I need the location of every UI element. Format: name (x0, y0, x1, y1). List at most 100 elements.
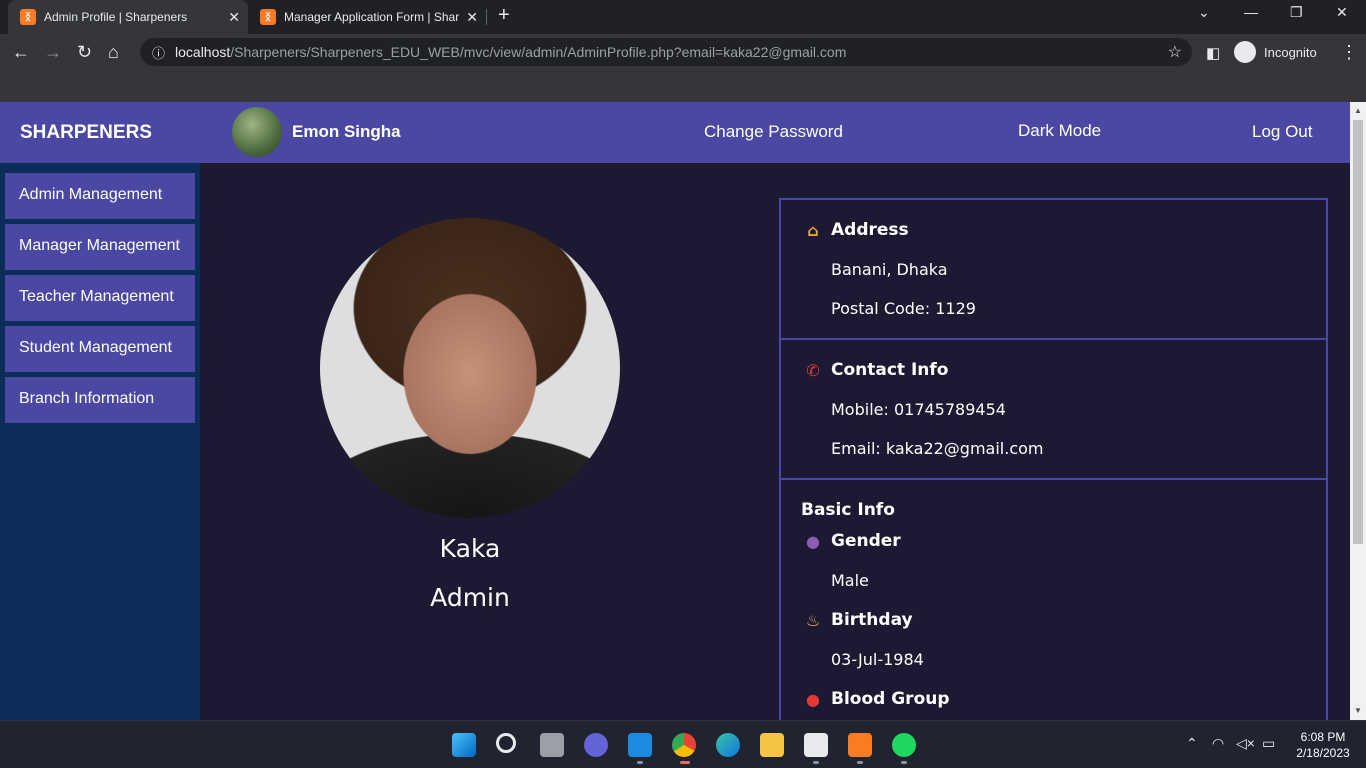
tab-separator (486, 9, 487, 25)
tab-title: Admin Profile | Sharpeners (44, 10, 188, 24)
chrome-active-indicator (680, 761, 690, 764)
store-icon[interactable] (804, 733, 828, 757)
reload-icon[interactable]: ↻ (77, 42, 92, 63)
profile-name: Kaka (439, 534, 501, 563)
sidebar-item-admin-management[interactable]: Admin Management (5, 173, 195, 219)
email-address: Email: kaka22@gmail.com (831, 439, 1044, 458)
web-page: SHARPENERS Emon Singha Change Password D… (0, 102, 1350, 720)
vscode-running-indicator (637, 761, 643, 764)
profile-photo (320, 218, 620, 518)
scrollbar-thumb[interactable] (1353, 120, 1363, 544)
bookmark-star-icon[interactable]: ☆ (1168, 42, 1182, 62)
address-heading: ⌂ Address (803, 220, 909, 240)
birthday-heading: ♨ Birthday (803, 610, 913, 630)
tab-title: Manager Application Form | Shar (284, 10, 459, 24)
file-explorer-icon[interactable] (760, 733, 784, 757)
spotify-icon[interactable] (892, 733, 916, 757)
incognito-indicator[interactable]: Incognito (1234, 41, 1317, 63)
scroll-down-icon[interactable]: ▼ (1354, 706, 1362, 715)
wifi-icon[interactable]: ◠ (1212, 735, 1224, 752)
xampp-running-indicator (857, 761, 863, 764)
close-tab-icon[interactable]: ✕ (466, 9, 478, 26)
spotify-running-indicator (901, 761, 907, 764)
site-info-icon[interactable]: ⓘ (152, 43, 165, 62)
battery-icon[interactable]: ▭ (1262, 735, 1275, 752)
sidebar: Admin Management Manager Management Teac… (0, 163, 200, 720)
contact-title: Contact Info (831, 360, 949, 380)
mobile-number: Mobile: 01745789454 (831, 400, 1006, 419)
incognito-label: Incognito (1264, 44, 1317, 60)
blood-group-title: Blood Group (831, 689, 950, 709)
brand-logo[interactable]: SHARPENERS (20, 122, 152, 144)
windows-taskbar: ⌃ ◠ ◁× ▭ 6:08 PM 2/18/2023 (0, 720, 1366, 768)
change-password-link[interactable]: Change Password (704, 122, 843, 142)
volume-muted-icon[interactable]: ◁× (1236, 735, 1255, 752)
browser-tab-bar: ᛝ Admin Profile | Sharpeners ✕ ᛝ Manager… (0, 0, 1366, 34)
restore-icon[interactable]: ❐ (1290, 4, 1303, 21)
xampp-favicon-icon: ᛝ (20, 9, 36, 25)
cake-icon: ♨ (805, 610, 821, 630)
side-panel-icon[interactable]: ◧ (1206, 44, 1220, 62)
address-line: Banani, Dhaka (831, 260, 948, 279)
birthday-title: Birthday (831, 610, 913, 630)
phone-icon: ✆ (806, 360, 820, 380)
sidebar-item-student-management[interactable]: Student Management (5, 326, 195, 372)
birthday-value: 03-Jul-1984 (831, 650, 924, 669)
url-host: localhost (175, 44, 231, 60)
close-window-icon[interactable]: ✕ (1336, 4, 1348, 21)
basic-info-section: Basic Info ● Gender Male ♨ Birthday 03-J… (779, 478, 1328, 720)
site-header: SHARPENERS Emon Singha Change Password D… (0, 102, 1350, 163)
postal-code: Postal Code: 1129 (831, 299, 976, 318)
dark-mode-link[interactable]: Dark Mode (1018, 121, 1101, 141)
house-icon: ⌂ (807, 220, 819, 240)
tab-manager-form[interactable]: ᛝ Manager Application Form | Shar ✕ (248, 0, 486, 34)
tray-overflow-icon[interactable]: ⌃ (1186, 735, 1198, 752)
edge-icon[interactable] (716, 733, 740, 757)
username[interactable]: Emon Singha (292, 122, 401, 142)
gender-title: Gender (831, 531, 901, 551)
blood-drop-icon: ● (806, 689, 820, 709)
search-icon[interactable] (496, 733, 516, 753)
url-path: /Sharpeners/Sharpeners_EDU_WEB/mvc/view/… (230, 44, 847, 60)
xampp-favicon-icon: ᛝ (260, 9, 276, 25)
blood-group-heading: ● Blood Group (803, 689, 950, 709)
forward-icon[interactable]: → (44, 42, 62, 63)
start-icon[interactable] (452, 733, 476, 757)
avatar[interactable] (232, 107, 282, 157)
close-tab-icon[interactable]: ✕ (228, 9, 240, 26)
sidebar-item-branch-information[interactable]: Branch Information (5, 377, 195, 423)
home-icon[interactable]: ⌂ (108, 42, 119, 63)
logout-link[interactable]: Log Out (1252, 122, 1313, 142)
chrome-icon[interactable] (672, 733, 696, 757)
person-icon: ● (806, 531, 820, 551)
address-section: ⌂ Address Banani, Dhaka Postal Code: 112… (779, 198, 1328, 340)
clock-time: 6:08 PM (1300, 730, 1346, 744)
system-clock[interactable]: 6:08 PM 2/18/2023 (1292, 729, 1354, 761)
task-view-icon[interactable] (540, 733, 564, 757)
xampp-icon[interactable] (848, 733, 872, 757)
page-scrollbar[interactable]: ▲ ▼ (1350, 102, 1366, 720)
address-bar[interactable]: ⓘ localhost /Sharpeners/Sharpeners_EDU_W… (140, 38, 1192, 66)
sidebar-item-teacher-management[interactable]: Teacher Management (5, 275, 195, 321)
basic-info-title: Basic Info (801, 500, 895, 520)
tab-admin-profile[interactable]: ᛝ Admin Profile | Sharpeners ✕ (8, 0, 248, 34)
vscode-icon[interactable] (628, 733, 652, 757)
contact-section: ✆ Contact Info Mobile: 01745789454 Email… (779, 338, 1328, 480)
minimize-icon[interactable]: — (1244, 4, 1258, 20)
scroll-up-icon[interactable]: ▲ (1354, 106, 1362, 115)
tab-search-icon[interactable]: ⌄ (1198, 4, 1210, 21)
gender-heading: ● Gender (803, 531, 901, 551)
new-tab-icon[interactable]: + (498, 4, 510, 27)
browser-menu-icon[interactable]: ⋮ (1340, 42, 1358, 63)
incognito-icon (1234, 41, 1256, 63)
back-icon[interactable]: ← (12, 42, 30, 63)
store-running-indicator (813, 761, 819, 764)
sidebar-item-manager-management[interactable]: Manager Management (5, 224, 195, 270)
teams-chat-icon[interactable] (584, 733, 608, 757)
browser-toolbar: ← → ↻ ⌂ ⓘ localhost /Sharpeners/Sharpene… (0, 34, 1366, 102)
address-title: Address (831, 220, 909, 240)
profile-role: Admin (430, 583, 510, 612)
clock-date: 2/18/2023 (1296, 746, 1350, 760)
contact-heading: ✆ Contact Info (803, 360, 948, 380)
gender-value: Male (831, 571, 869, 590)
